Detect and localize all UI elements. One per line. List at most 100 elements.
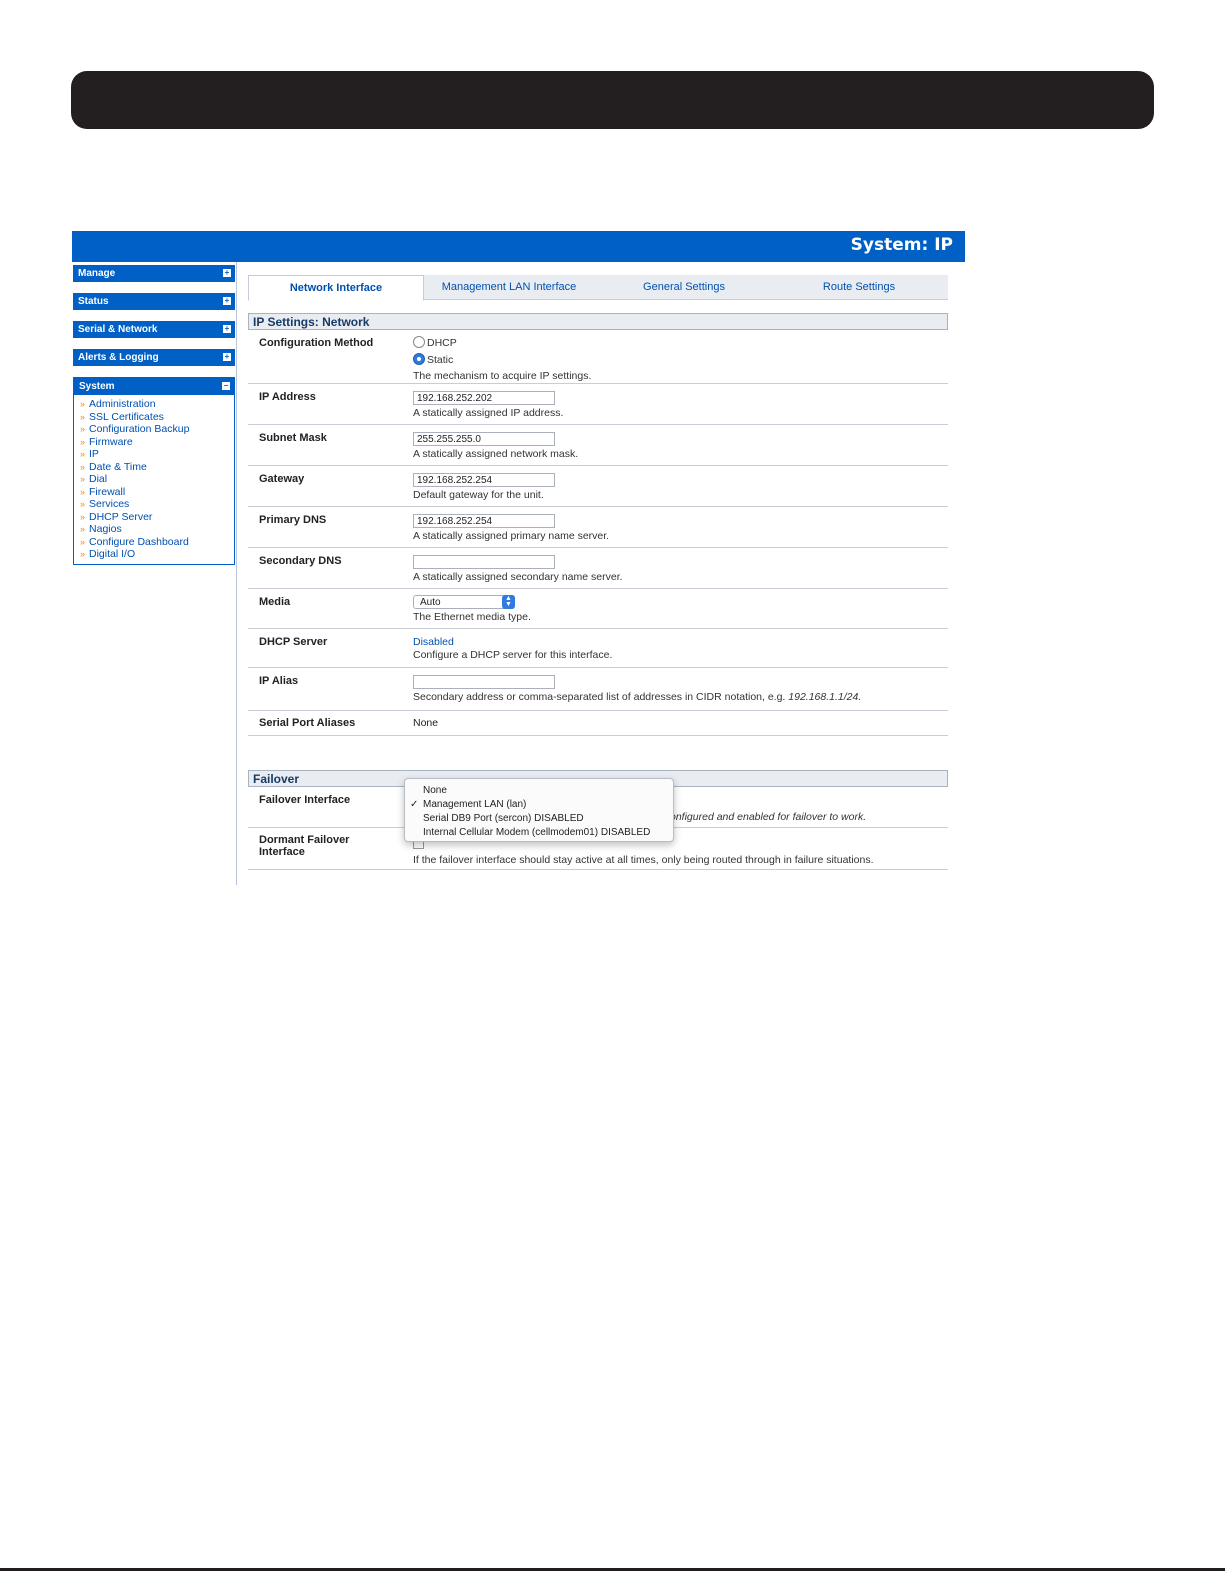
row-configuration-method: Configuration Method DHCP Static The mec… [248,330,948,384]
system-menu: » Administration » SSL Certificates » Confi… [74,395,234,564]
dhcp-server-link[interactable]: Disabled [413,636,612,648]
expand-icon[interactable]: + [223,269,231,277]
sidebar-item-label: Configuration Backup [89,423,190,435]
sidebar-item-configuration-backup[interactable]: » Configuration Backup [80,423,234,436]
sidebar: Manage + Status + Serial & Network + Ale… [73,265,235,565]
tab-route-settings[interactable]: Route Settings [774,275,944,299]
option-label: None [423,785,447,796]
sidebar-section-label: Manage [78,268,116,279]
serial-port-aliases-value: None [413,717,439,729]
subnet-mask-input[interactable]: 255.255.255.0 [413,432,555,446]
expand-icon[interactable]: + [223,353,231,361]
field-hint: Configure a DHCP server for this interfa… [413,649,613,661]
chevron-right-icon: » [80,511,86,522]
field-hint: A statically assigned primary name serve… [413,530,610,542]
sidebar-section-alerts-logging[interactable]: Alerts & Logging + [73,349,235,366]
dropdown-option-none[interactable]: None [405,784,673,798]
app-header: System: IP [72,231,965,262]
sidebar-item-label: Firmware [89,435,133,448]
sidebar-section-status[interactable]: Status + [73,293,235,310]
option-label: Serial DB9 Port (sercon) DISABLED [423,813,584,824]
gateway-input[interactable]: 192.168.252.254 [413,473,555,487]
field-label: Serial Port Aliases [259,717,356,729]
radio-label: Static [427,354,454,366]
sidebar-item-firmware[interactable]: » Firmware [80,436,234,449]
sidebar-section-system-header[interactable]: System − [74,378,234,395]
sidebar-item-services[interactable]: » Services [80,498,234,511]
sidebar-section-manage[interactable]: Manage + [73,265,235,282]
chevron-right-icon: » [80,399,86,409]
hint-text: Secondary address or comma-separated lis… [413,691,786,703]
row-ip-address: IP Address 192.168.252.202 A statically … [248,384,948,425]
field-hint: Secondary address or comma-separated lis… [413,691,861,703]
sidebar-item-configure-dashboard[interactable]: » Configure Dashboard [80,536,234,549]
dropdown-option-serial-db9[interactable]: Serial DB9 Port (sercon) DISABLED [405,812,673,826]
field-label: IP Alias [259,675,299,687]
field-label: IP Address [259,391,316,403]
expand-icon[interactable]: + [223,297,231,305]
field-label: Subnet Mask [259,432,327,444]
field-label: Failover Interface [259,794,351,806]
collapse-icon[interactable]: − [222,382,230,390]
sidebar-item-label: Dial [89,473,108,485]
primary-dns-input[interactable]: 192.168.252.254 [413,514,555,528]
field-hint: A statically assigned IP address. [413,407,564,419]
sidebar-item-label: Nagios [89,523,122,535]
field-hint: The Ethernet media type. [413,611,531,623]
sidebar-item-label: Services [89,498,130,510]
sidebar-item-label: IP [89,448,99,460]
secondary-dns-input[interactable] [413,555,555,569]
row-media: Media Auto ▲ ▼ The Ethernet media type. [248,589,948,629]
sidebar-item-date-time[interactable]: » Date & Time [80,461,234,474]
row-gateway: Gateway 192.168.252.254 Default gateway … [248,466,948,507]
field-label: Configuration Method [259,337,374,349]
ip-alias-input[interactable] [413,675,555,689]
radio-static[interactable]: Static [413,353,591,370]
sidebar-item-label: DHCP Server [89,510,153,523]
row-serial-port-aliases: Serial Port Aliases None [248,711,948,736]
sidebar-item-administration[interactable]: » Administration [80,398,234,411]
dropdown-option-cellular-modem[interactable]: Internal Cellular Modem (cellmodem01) DI… [405,826,673,840]
section-header-ip-settings: IP Settings: Network [248,313,948,330]
chevron-right-icon: » [80,474,86,484]
row-primary-dns: Primary DNS 192.168.252.254 A statically… [248,507,948,548]
chevron-right-icon: » [80,411,86,422]
dropdown-option-management-lan[interactable]: ✓ Management LAN (lan) [405,798,673,812]
ip-address-input[interactable]: 192.168.252.202 [413,391,555,405]
sidebar-item-dhcp-server[interactable]: » DHCP Server [80,511,234,524]
failover-interface-dropdown: None ✓ Management LAN (lan) Serial DB9 Po… [404,778,674,842]
sidebar-item-label: SSL Certificates [89,410,164,423]
sidebar-item-ip[interactable]: » IP [80,448,234,461]
checkmark-icon: ✓ [410,799,419,810]
tab-network-interface[interactable]: Network Interface [248,275,424,301]
field-hint: If the failover interface should stay ac… [413,854,874,866]
sidebar-item-ssl-certificates[interactable]: » SSL Certificates [80,411,234,424]
tab-management-lan-interface[interactable]: Management LAN Interface [424,275,594,299]
page-title: System: IP [850,235,953,255]
sidebar-section-label: System [79,381,115,392]
sidebar-item-label: Firewall [89,485,126,498]
sidebar-item-label: Configure Dashboard [89,535,189,548]
chevron-right-icon: » [80,536,86,547]
field-label: Media [259,596,291,608]
media-select[interactable]: Auto ▲ ▼ [413,595,515,609]
sidebar-section-label: Serial & Network [78,324,158,335]
sidebar-divider [236,262,237,885]
radio-dhcp[interactable]: DHCP [413,336,591,353]
sidebar-item-label: Digital I/O [89,548,136,560]
chevron-right-icon: » [80,461,86,472]
expand-icon[interactable]: + [223,325,231,333]
tab-general-settings[interactable]: General Settings [598,275,770,299]
field-label: Primary DNS [259,514,327,526]
sidebar-section-serial-network[interactable]: Serial & Network + [73,321,235,338]
field-label: Dormant Failover Interface [259,834,350,858]
chevron-right-icon: » [80,449,86,459]
chevron-right-icon: » [80,549,86,559]
radio-on-icon [413,353,425,365]
sidebar-item-digital-io[interactable]: » Digital I/O [80,548,234,561]
sidebar-item-dial[interactable]: » Dial [80,473,234,486]
field-label: Gateway [259,473,305,485]
sidebar-item-firewall[interactable]: » Firewall [80,486,234,499]
chevron-right-icon: » [80,524,86,534]
sidebar-item-nagios[interactable]: » Nagios [80,523,234,536]
